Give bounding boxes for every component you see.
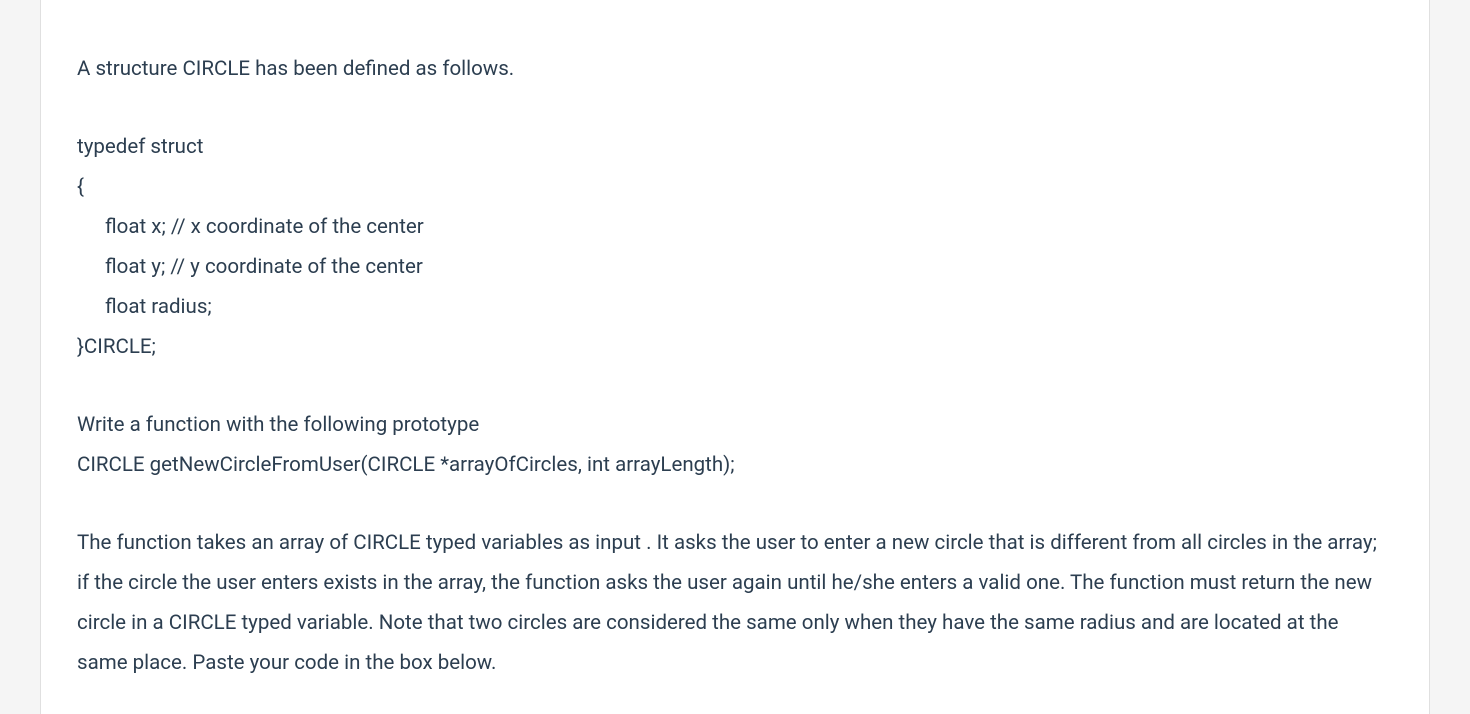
prototype-intro: Write a function with the following prot… bbox=[77, 406, 1393, 446]
question-description: The function takes an array of CIRCLE ty… bbox=[77, 524, 1393, 684]
prototype-section: Write a function with the following prot… bbox=[77, 406, 1393, 486]
code-line-float-radius: float radius; bbox=[77, 288, 1393, 328]
code-line-typedef: typedef struct bbox=[77, 128, 1393, 168]
code-block: typedef struct { float x; // x coordinat… bbox=[77, 128, 1393, 368]
code-line-float-x: float x; // x coordinate of the center bbox=[77, 208, 1393, 248]
question-container: A structure CIRCLE has been defined as f… bbox=[40, 0, 1430, 714]
question-intro: A structure CIRCLE has been defined as f… bbox=[77, 50, 1393, 90]
prototype-signature: CIRCLE getNewCircleFromUser(CIRCLE *arra… bbox=[77, 446, 1393, 486]
code-line-float-y: float y; // y coordinate of the center bbox=[77, 248, 1393, 288]
question-content: A structure CIRCLE has been defined as f… bbox=[77, 50, 1393, 684]
code-line-close-brace: }CIRCLE; bbox=[77, 328, 1393, 368]
code-line-open-brace: { bbox=[77, 168, 1393, 208]
